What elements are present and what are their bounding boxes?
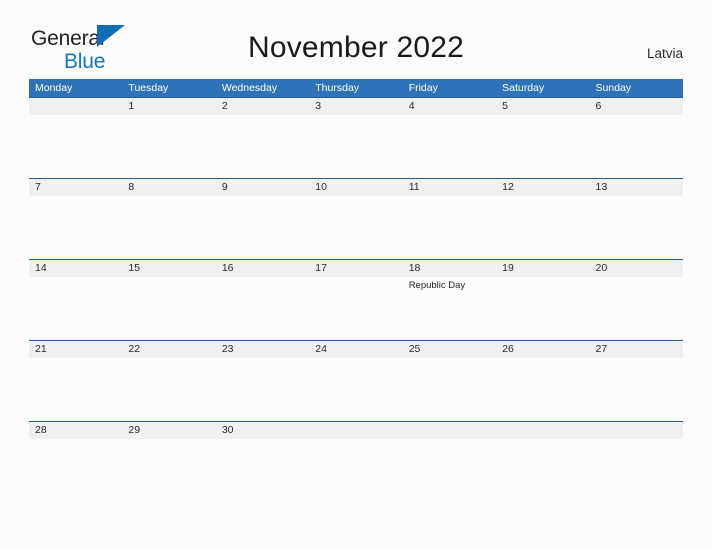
week-date-band: 1 2 3 4 5 6 <box>29 98 683 115</box>
calendar-grid: Monday Tuesday Wednesday Thursday Friday… <box>29 79 683 452</box>
day-number[interactable]: 29 <box>122 422 215 439</box>
day-number[interactable]: 4 <box>403 98 496 115</box>
day-number[interactable]: 7 <box>29 179 122 196</box>
weekday-header-wednesday: Wednesday <box>221 82 278 94</box>
day-number[interactable]: 25 <box>403 341 496 358</box>
day-events[interactable] <box>496 277 589 340</box>
day-number[interactable]: 6 <box>590 98 683 115</box>
day-number[interactable]: 11 <box>403 179 496 196</box>
day-number[interactable] <box>29 98 122 115</box>
day-events[interactable] <box>29 196 122 259</box>
day-events[interactable] <box>496 115 589 178</box>
day-events[interactable] <box>590 196 683 259</box>
weekday-header-thursday: Thursday <box>315 82 360 94</box>
day-number[interactable]: 8 <box>122 179 215 196</box>
day-events[interactable] <box>216 277 309 340</box>
day-events[interactable] <box>309 277 402 340</box>
weekday-header-tuesday: Tuesday <box>128 82 169 94</box>
day-events[interactable] <box>122 115 215 178</box>
weekday-header-friday: Friday <box>408 82 438 94</box>
calendar-week-row: 7 8 9 10 11 12 13 <box>29 178 683 259</box>
day-number[interactable]: 26 <box>496 341 589 358</box>
day-number[interactable] <box>590 422 683 439</box>
day-events[interactable] <box>122 358 215 421</box>
calendar-week-row: 1 2 3 4 5 6 <box>29 97 683 178</box>
day-events[interactable] <box>216 358 309 421</box>
day-number[interactable]: 16 <box>216 260 309 277</box>
day-events[interactable] <box>496 196 589 259</box>
day-events[interactable] <box>309 196 402 259</box>
day-number[interactable]: 15 <box>122 260 215 277</box>
day-events-holiday[interactable]: Republic Day <box>403 277 496 340</box>
day-events[interactable] <box>403 115 496 178</box>
weekday-header-monday: Monday <box>35 82 73 94</box>
weekday-header-saturday: Saturday <box>502 82 545 94</box>
day-number[interactable]: 19 <box>496 260 589 277</box>
day-number[interactable]: 2 <box>216 98 309 115</box>
week-event-band <box>29 439 683 452</box>
day-number[interactable]: 1 <box>122 98 215 115</box>
day-events[interactable] <box>590 277 683 340</box>
week-date-band: 28 29 30 <box>29 422 683 439</box>
day-number[interactable]: 21 <box>29 341 122 358</box>
day-events[interactable] <box>590 358 683 421</box>
week-date-band: 7 8 9 10 11 12 13 <box>29 179 683 196</box>
day-events[interactable] <box>29 358 122 421</box>
day-events[interactable] <box>216 115 309 178</box>
day-events[interactable] <box>29 115 122 178</box>
week-event-band <box>29 196 683 259</box>
day-events[interactable] <box>122 277 215 340</box>
day-events[interactable] <box>216 196 309 259</box>
day-number[interactable]: 24 <box>309 341 402 358</box>
weekday-header-sunday: Sunday <box>595 82 632 94</box>
day-events[interactable] <box>29 277 122 340</box>
day-number[interactable] <box>496 422 589 439</box>
day-number[interactable]: 22 <box>122 341 215 358</box>
calendar-week-row: 28 29 30 <box>29 421 683 452</box>
day-events[interactable] <box>29 439 122 452</box>
page-title: November 2022 <box>247 31 465 64</box>
day-events[interactable] <box>590 115 683 178</box>
day-number[interactable]: 5 <box>496 98 589 115</box>
week-date-band: 21 22 23 24 25 26 27 <box>29 341 683 358</box>
day-events[interactable] <box>309 115 402 178</box>
day-number[interactable]: 10 <box>309 179 402 196</box>
week-event-band <box>29 115 683 178</box>
day-events[interactable] <box>122 196 215 259</box>
week-event-band <box>29 358 683 421</box>
day-number[interactable]: 20 <box>590 260 683 277</box>
day-number[interactable] <box>309 422 402 439</box>
day-number[interactable]: 3 <box>309 98 402 115</box>
week-event-band: Republic Day <box>29 277 683 340</box>
day-events[interactable] <box>496 439 589 452</box>
day-number[interactable]: 17 <box>309 260 402 277</box>
day-events[interactable] <box>403 358 496 421</box>
day-events[interactable] <box>216 439 309 452</box>
day-number[interactable]: 14 <box>29 260 122 277</box>
day-number[interactable]: 12 <box>496 179 589 196</box>
day-events[interactable] <box>122 439 215 452</box>
calendar-week-row: 21 22 23 24 25 26 27 <box>29 340 683 421</box>
day-events[interactable] <box>496 358 589 421</box>
day-number[interactable]: 23 <box>216 341 309 358</box>
page-header: General Blue November 2022 Latvia <box>0 0 712 72</box>
day-events[interactable] <box>403 196 496 259</box>
week-date-band: 14 15 16 17 18 19 20 <box>29 260 683 277</box>
day-number[interactable]: 9 <box>216 179 309 196</box>
day-number[interactable]: 18 <box>403 260 496 277</box>
weekday-header-row: Monday Tuesday Wednesday Thursday Friday… <box>29 79 683 97</box>
country-label: Latvia <box>646 46 683 61</box>
day-number[interactable]: 27 <box>590 341 683 358</box>
holiday-event-label: Republic Day <box>408 280 466 291</box>
day-number[interactable]: 13 <box>590 179 683 196</box>
day-events[interactable] <box>309 439 402 452</box>
day-number[interactable] <box>403 422 496 439</box>
day-number[interactable]: 28 <box>29 422 122 439</box>
day-events[interactable] <box>403 439 496 452</box>
day-number[interactable]: 30 <box>216 422 309 439</box>
calendar-week-row: 14 15 16 17 18 19 20 Republic Day <box>29 259 683 340</box>
day-events[interactable] <box>590 439 683 452</box>
day-events[interactable] <box>309 358 402 421</box>
